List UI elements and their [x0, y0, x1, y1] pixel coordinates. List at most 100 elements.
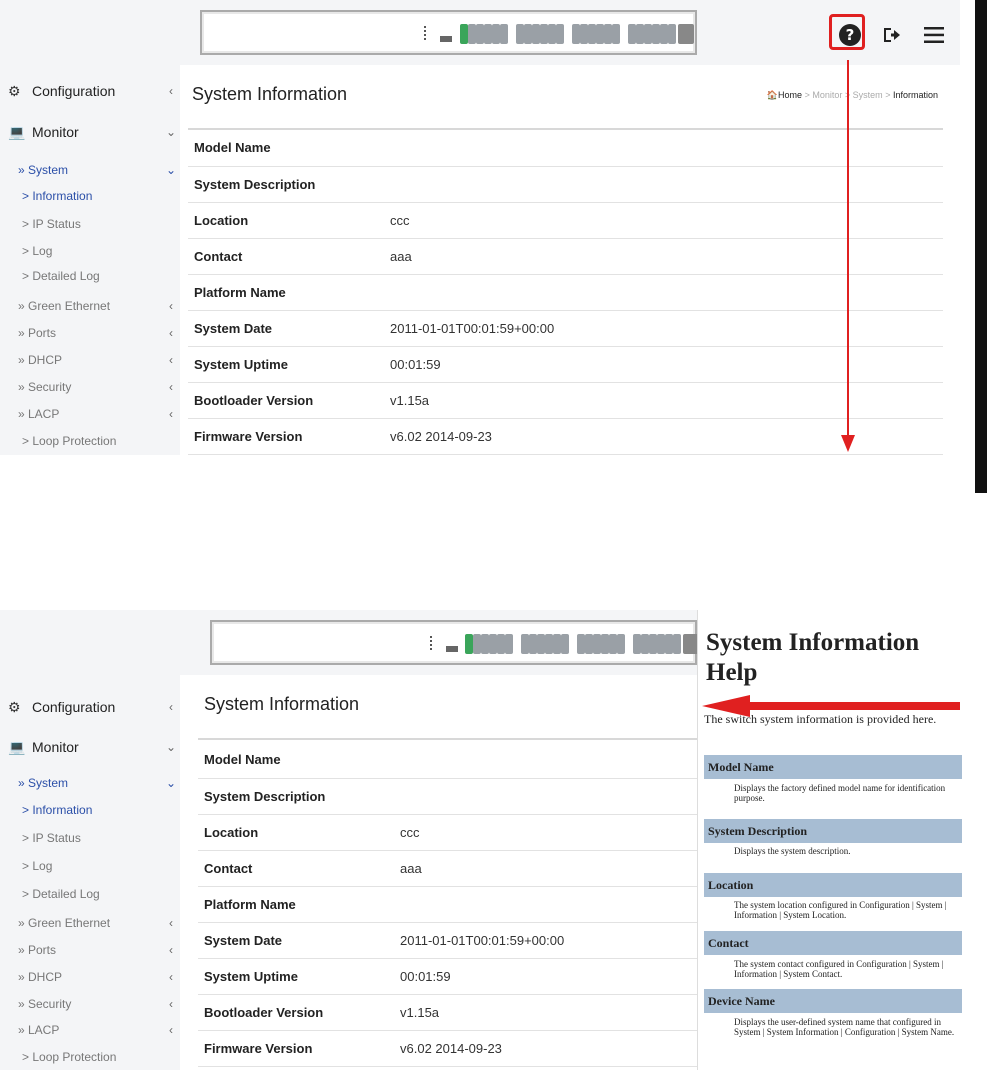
row-label: Location [198, 814, 394, 851]
sidebar-item-security[interactable]: » Security ‹ [0, 375, 180, 399]
sidebar-item-ports[interactable]: » Ports ‹ [0, 321, 180, 345]
ethernet-port [532, 24, 540, 44]
row-label: Model Name [188, 130, 384, 167]
row-label: Contact [188, 238, 384, 275]
table-row: Firmware Version v6.02 2014-09-23 [198, 1030, 698, 1067]
sfp-port [678, 24, 694, 44]
sidebar-item-loop-protection[interactable]: > Loop Protection [0, 1045, 180, 1069]
chevron-left-icon: ‹ [169, 700, 173, 714]
ethernet-port [628, 24, 636, 44]
table-row: Bootloader Version v1.15a [188, 382, 943, 419]
row-label: Platform Name [198, 886, 394, 923]
row-value: 00:01:59 [384, 346, 943, 383]
row-label: System Date [188, 310, 384, 347]
ethernet-port [641, 634, 649, 654]
window-edge [975, 0, 987, 493]
ethernet-port [484, 24, 492, 44]
sidebar-item-green-ethernet[interactable]: » Green Ethernet ‹ [0, 911, 180, 935]
ethernet-port [468, 24, 476, 44]
row-label: System Description [188, 166, 384, 203]
chevron-down-icon: ⌄ [165, 740, 177, 754]
top-screenshot-panel: ? ⚙ Configuration ‹ 💻 Monitor ⌄ » System… [0, 0, 960, 455]
sidebar-item-configuration[interactable]: ⚙ Configuration ‹ [0, 79, 180, 103]
row-value [394, 742, 698, 779]
sidebar-item-log[interactable]: > Log [0, 239, 180, 263]
sidebar-item-information[interactable]: > Information [0, 184, 180, 208]
row-value: v1.15a [394, 994, 698, 1031]
help-section-text: Displays the factory defined model name … [734, 783, 946, 803]
table-row: Location ccc [198, 814, 698, 851]
sidebar-item-lacp[interactable]: » LACP ‹ [0, 1018, 180, 1042]
row-value: 00:01:59 [394, 958, 698, 995]
breadcrumb-home[interactable]: Home [778, 90, 802, 100]
sidebar-item-detailed-log[interactable]: > Detailed Log [0, 264, 180, 288]
sidebar-item-ports[interactable]: » Ports ‹ [0, 938, 180, 962]
sidebar-item-monitor[interactable]: 💻 Monitor ⌄ [0, 735, 180, 759]
row-value: v6.02 2014-09-23 [394, 1030, 698, 1067]
chevron-down-icon: ⌄ [165, 163, 177, 177]
sidebar-item-information[interactable]: > Information [0, 798, 180, 822]
ethernet-port [561, 634, 569, 654]
row-value: v1.15a [384, 382, 943, 419]
logout-icon[interactable] [878, 21, 906, 49]
row-label: Contact [198, 850, 394, 887]
ethernet-port [473, 634, 481, 654]
sidebar-item-loop-protection[interactable]: > Loop Protection [0, 429, 180, 453]
question-circle-icon[interactable]: ? [829, 14, 865, 50]
help-section-heading: Contact [704, 931, 962, 955]
chevron-left-icon: ‹ [169, 970, 173, 984]
ethernet-port [572, 24, 580, 44]
sidebar-item-system[interactable]: » System ⌄ [0, 158, 180, 182]
port-group [460, 24, 694, 44]
sidebar-item-ip-status[interactable]: > IP Status [0, 826, 180, 850]
ethernet-port [665, 634, 673, 654]
ethernet-port [529, 634, 537, 654]
sidebar-item-log[interactable]: > Log [0, 854, 180, 878]
ethernet-port [540, 24, 548, 44]
ethernet-port [553, 634, 561, 654]
ethernet-port [657, 634, 665, 654]
home-icon: 🏠 [766, 90, 779, 100]
sidebar-item-system[interactable]: » System ⌄ [0, 771, 180, 795]
row-label: Firmware Version [188, 418, 384, 455]
row-value [394, 778, 698, 815]
table-row: Contact aaa [198, 850, 698, 887]
sidebar-item-lacp[interactable]: » LACP ‹ [0, 402, 180, 426]
sidebar-item-dhcp[interactable]: » DHCP ‹ [0, 348, 180, 372]
sidebar-item-detailed-log[interactable]: > Detailed Log [0, 882, 180, 906]
ethernet-port [644, 24, 652, 44]
chevron-left-icon: ‹ [169, 916, 173, 930]
sidebar-item-ip-status[interactable]: > IP Status [0, 212, 180, 236]
ethernet-port [612, 24, 620, 44]
ethernet-port [609, 634, 617, 654]
ethernet-port [649, 634, 657, 654]
row-value [384, 274, 943, 311]
system-info-table: Model Name System Description Location ccc C… [188, 130, 943, 455]
chevron-left-icon: ‹ [169, 1023, 173, 1037]
laptop-icon: 💻 [8, 123, 26, 140]
row-value: aaa [394, 850, 698, 887]
sidebar-item-dhcp[interactable]: » DHCP ‹ [0, 965, 180, 989]
chevron-left-icon: ‹ [169, 380, 173, 394]
hamburger-menu-icon[interactable] [920, 21, 948, 49]
page-title: System Information [192, 84, 348, 104]
breadcrumb-information: Information [892, 90, 938, 100]
table-row: System Uptime 00:01:59 [198, 958, 698, 995]
sidebar-item-configuration[interactable]: ⚙ Configuration ‹ [0, 695, 180, 719]
row-value: 2011-01-01T00:01:59+00:00 [384, 310, 943, 347]
ethernet-port [545, 634, 553, 654]
row-value: 2011-01-01T00:01:59+00:00 [394, 922, 698, 959]
row-label: Firmware Version [198, 1030, 394, 1067]
sidebar-item-monitor[interactable]: 💻 Monitor ⌄ [0, 120, 180, 144]
ethernet-port [460, 24, 468, 44]
sidebar-item-security[interactable]: » Security ‹ [0, 992, 180, 1016]
chevron-left-icon: ‹ [169, 353, 173, 367]
ethernet-port [516, 24, 524, 44]
table-row: System Description [198, 778, 698, 815]
ethernet-port [580, 24, 588, 44]
sidebar-item-green-ethernet[interactable]: » Green Ethernet ‹ [0, 294, 180, 318]
ethernet-port [481, 634, 489, 654]
table-row: System Date 2011-01-01T00:01:59+00:00 [198, 922, 698, 959]
help-section-heading: System Description [704, 819, 962, 843]
row-label: Location [188, 202, 384, 239]
